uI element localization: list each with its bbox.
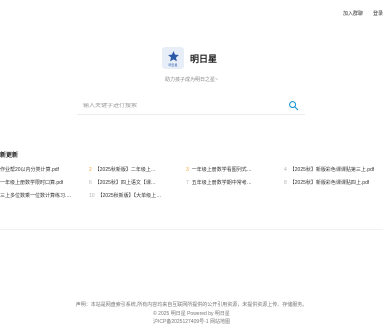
star-icon bbox=[167, 50, 179, 61]
list-item[interactable]: 一年级上册数学限时口算.pdf bbox=[0, 179, 63, 186]
item-title: 【2025秋新版】【大单级上册语... bbox=[97, 193, 162, 199]
list-row: 三上多位数乘一位数计算练习.pdf 10 【2025秋新版】【大单级上册语... bbox=[0, 192, 383, 200]
top-nav: 加入群聊 登录 bbox=[343, 9, 383, 17]
login-link[interactable]: 登录 bbox=[373, 10, 383, 17]
list-item[interactable]: 10 【2025秋新版】【大单级上册语... bbox=[89, 192, 162, 200]
item-title: 【2025秋新版】二年级上册数学易... bbox=[94, 167, 159, 173]
item-rank: 6 bbox=[89, 179, 92, 186]
search-icon[interactable] bbox=[288, 100, 299, 111]
list-row: 一年级上册数学限时口算.pdf 6 【2025秋】四上语文【课课贴】生... 7… bbox=[0, 179, 383, 187]
list-item[interactable]: 2 【2025秋新版】二年级上册数学易... bbox=[89, 166, 159, 174]
search-input[interactable] bbox=[83, 102, 263, 109]
site-name: 明日星 bbox=[190, 53, 218, 64]
latest-updates-heading: 新更新 bbox=[0, 153, 19, 159]
item-title: 作业帮20以内分类计算.pdf bbox=[0, 167, 59, 173]
item-title: 三上多位数乘一位数计算练习.pdf bbox=[0, 193, 72, 199]
brand[interactable]: 明日星 明日星 bbox=[162, 47, 217, 69]
section-divider bbox=[0, 229, 383, 230]
item-rank: 4 bbox=[284, 166, 287, 173]
search-bar bbox=[77, 97, 305, 115]
list-item[interactable]: 8 【2025秋】新版彩色课课贴四上.pdf bbox=[284, 179, 370, 187]
item-rank: 2 bbox=[89, 166, 92, 173]
site-logo: 明日星 bbox=[162, 47, 184, 69]
list-item[interactable]: 3 一年级上册数学看图列式专项训练... bbox=[186, 166, 256, 174]
item-title: 五年级上册数学期中常考小数难点... bbox=[191, 180, 256, 186]
item-rank: 10 bbox=[89, 192, 95, 199]
list-item[interactable]: 7 五年级上册数学期中常考小数难点... bbox=[186, 179, 256, 187]
footer-copyright: © 2025 明日星 Powered by 明日星 bbox=[153, 310, 230, 317]
footer-icp[interactable]: 沪ICP备2025127409号-1 网站地图 bbox=[0, 318, 383, 327]
list-item[interactable]: 4 【2025秋】新版彩色课课贴第三上.pdf bbox=[284, 166, 375, 174]
footer: 声明：本站是网盘索引系统,所有内容均来自互联网所提供的公开引用资源，未提供资源上… bbox=[0, 301, 383, 327]
item-title: 一年级上册数学看图列式专项训练... bbox=[191, 167, 256, 173]
footer-disclaimer: 声明：本站是网盘索引系统,所有内容均来自互联网所提供的公开引用资源，未提供资源上… bbox=[75, 302, 308, 308]
item-title: 【2025秋】新版彩色课课贴第三上.pdf bbox=[289, 167, 375, 173]
item-title: 【2025秋】四上语文【课课贴】生... bbox=[94, 180, 159, 186]
item-title: 一年级上册数学限时口算.pdf bbox=[0, 180, 64, 186]
item-rank: 7 bbox=[186, 179, 189, 186]
list-item[interactable]: 6 【2025秋】四上语文【课课贴】生... bbox=[89, 179, 159, 187]
logo-text: 明日星 bbox=[168, 62, 178, 67]
item-title: 【2025秋】新版彩色课课贴四上.pdf bbox=[289, 180, 370, 186]
list-item[interactable]: 三上多位数乘一位数计算练习.pdf bbox=[0, 192, 72, 199]
item-rank: 8 bbox=[284, 179, 287, 186]
item-rank: 3 bbox=[186, 166, 189, 173]
list-row: 作业帮20以内分类计算.pdf 2 【2025秋新版】二年级上册数学易... 3… bbox=[0, 166, 383, 174]
list-item[interactable]: 作业帮20以内分类计算.pdf bbox=[0, 166, 59, 173]
site-slogan: 助力孩子成为明日之星~ bbox=[165, 77, 218, 83]
join-group-link[interactable]: 加入群聊 bbox=[343, 10, 363, 17]
